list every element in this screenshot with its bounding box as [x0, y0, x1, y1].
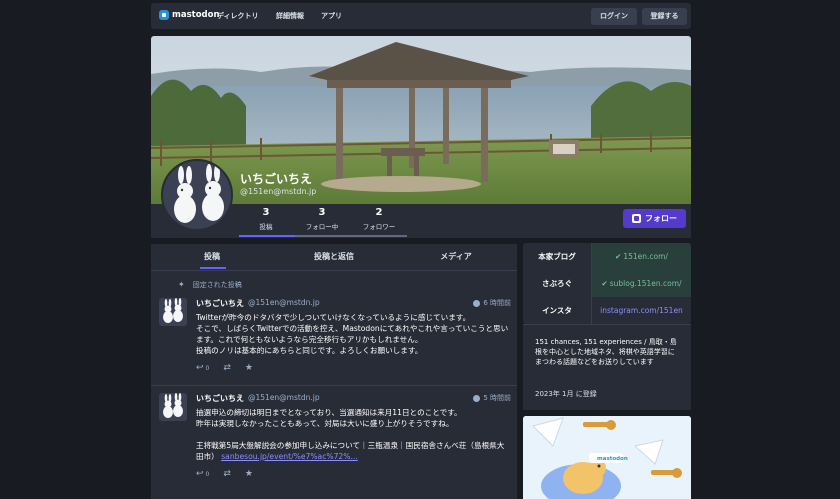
- display-name: いちごいちえ: [240, 172, 313, 186]
- field-row: さぶろぐ ✔ sublog.151en.com/: [523, 270, 691, 297]
- counter-followers-number: 2: [375, 207, 383, 218]
- signup-button[interactable]: 登録する: [642, 8, 687, 25]
- reply-icon: ↩: [196, 469, 204, 479]
- field-name: インスタ: [523, 297, 591, 324]
- profile-header-image: [151, 36, 691, 204]
- field-row: インスタ instagram.com/151en: [523, 297, 691, 324]
- status-item[interactable]: いちごいちえ @151en@mstdn.jp 6 時間前 Twitterが昨今の…: [159, 298, 511, 382]
- nav-directory-link[interactable]: ディレクトリ: [217, 11, 259, 21]
- field-value-text: 151en.com/: [623, 252, 668, 261]
- status-avatar[interactable]: [159, 393, 187, 421]
- status-header: いちごいちえ @151en@mstdn.jp: [196, 393, 320, 404]
- mastodon-promo-illustration[interactable]: mastodon: [523, 416, 691, 499]
- favourite-icon[interactable]: ★: [245, 363, 253, 373]
- boost-icon[interactable]: ⇄: [223, 363, 231, 373]
- status-content: 抽選申込の締切は明日までとなっており、当選通知は来月11日とのことです。 昨年は…: [196, 407, 511, 462]
- status-time[interactable]: 5 時間前: [473, 393, 511, 403]
- status-time[interactable]: 6 時間前: [473, 298, 511, 308]
- field-value-link[interactable]: instagram.com/151en: [591, 297, 691, 324]
- mastodon-icon: [159, 10, 169, 20]
- status-account: @151en@mstdn.jp: [248, 393, 320, 402]
- tab-posts-and-replies[interactable]: 投稿と返信: [273, 244, 395, 270]
- top-navigation: mastodon ディレクトリ 詳細情報 アプリ ログイン 登録する: [151, 3, 691, 29]
- status-account: @151en@mstdn.jp: [248, 298, 320, 307]
- status-link[interactable]: sanbesou.jp/event/%e7%ac%72%...: [221, 452, 358, 461]
- reply-count: 0: [205, 471, 210, 478]
- field-value-link[interactable]: ✔ sublog.151en.com/: [591, 270, 691, 297]
- status-content: Twitterが昨今のドタバタで少しついていけなくなっているように感じています。…: [196, 313, 509, 355]
- profile-avatar[interactable]: [161, 159, 233, 231]
- promo-brand: mastodon: [597, 456, 628, 462]
- status-actions: ↩ 0 ⇄ ★: [196, 363, 253, 373]
- follow-button[interactable]: フォロー: [623, 209, 686, 228]
- status-avatar[interactable]: [159, 298, 187, 326]
- counter-followers[interactable]: 2 フォロワー: [345, 207, 413, 231]
- status-time-text: 6 時間前: [483, 299, 511, 307]
- brand-name: mastodon: [172, 10, 220, 20]
- reply-button[interactable]: ↩ 0: [196, 363, 209, 373]
- status-actions: ↩ 0 ⇄ ★: [196, 469, 253, 479]
- field-name: 本家ブログ: [523, 243, 591, 270]
- reply-count: 0: [205, 365, 210, 372]
- field-value-text: sublog.151en.com/: [609, 279, 682, 288]
- bio-text: 151 chances, 151 experiences / 鳥取・島根を中心と…: [535, 338, 677, 366]
- mastodon-logo[interactable]: mastodon: [159, 10, 220, 20]
- pinned-indicator: ✦ 固定された投稿: [178, 280, 242, 290]
- globe-icon: [473, 299, 481, 307]
- verified-check-icon: ✔: [601, 279, 608, 288]
- joined-date: 2023年 1月 に登録: [535, 390, 597, 398]
- field-row: 本家ブログ ✔ 151en.com/: [523, 243, 691, 270]
- mastodon-icon: [632, 214, 641, 223]
- pinned-label: 固定された投稿: [192, 281, 242, 289]
- reply-button[interactable]: ↩ 0: [196, 469, 209, 479]
- nav-apps-link[interactable]: アプリ: [321, 11, 342, 21]
- status-item[interactable]: いちごいちえ @151en@mstdn.jp 5 時間前 抽選申込の締切は明日ま…: [159, 393, 511, 483]
- counter-followers-label: フォロワー: [362, 223, 396, 231]
- account-handle: @151en@mstdn.jp: [240, 187, 317, 196]
- field-name: さぶろぐ: [523, 270, 591, 297]
- boost-icon[interactable]: ⇄: [223, 469, 231, 479]
- profile-fields: 本家ブログ ✔ 151en.com/ さぶろぐ ✔ sublog.151en.com…: [523, 243, 691, 324]
- counter-underline: [295, 235, 407, 237]
- follow-button-label: フォロー: [645, 214, 677, 223]
- nav-about-link[interactable]: 詳細情報: [276, 11, 304, 21]
- tab-media[interactable]: メディア: [395, 244, 517, 270]
- counter-active-underline: [239, 235, 295, 237]
- login-button[interactable]: ログイン: [591, 8, 637, 25]
- field-value-link[interactable]: ✔ 151en.com/: [591, 243, 691, 270]
- pin-icon: ✦: [178, 280, 185, 289]
- tab-active-underline: [200, 267, 226, 269]
- verified-check-icon: ✔: [615, 252, 622, 261]
- status-divider: [151, 385, 517, 386]
- status-time-text: 5 時間前: [483, 394, 511, 402]
- favourite-icon[interactable]: ★: [245, 469, 253, 479]
- status-display-name[interactable]: いちごいちえ: [196, 298, 244, 309]
- status-header: いちごいちえ @151en@mstdn.jp: [196, 298, 320, 309]
- status-display-name[interactable]: いちごいちえ: [196, 393, 244, 404]
- globe-icon: [473, 394, 481, 402]
- reply-icon: ↩: [196, 363, 204, 373]
